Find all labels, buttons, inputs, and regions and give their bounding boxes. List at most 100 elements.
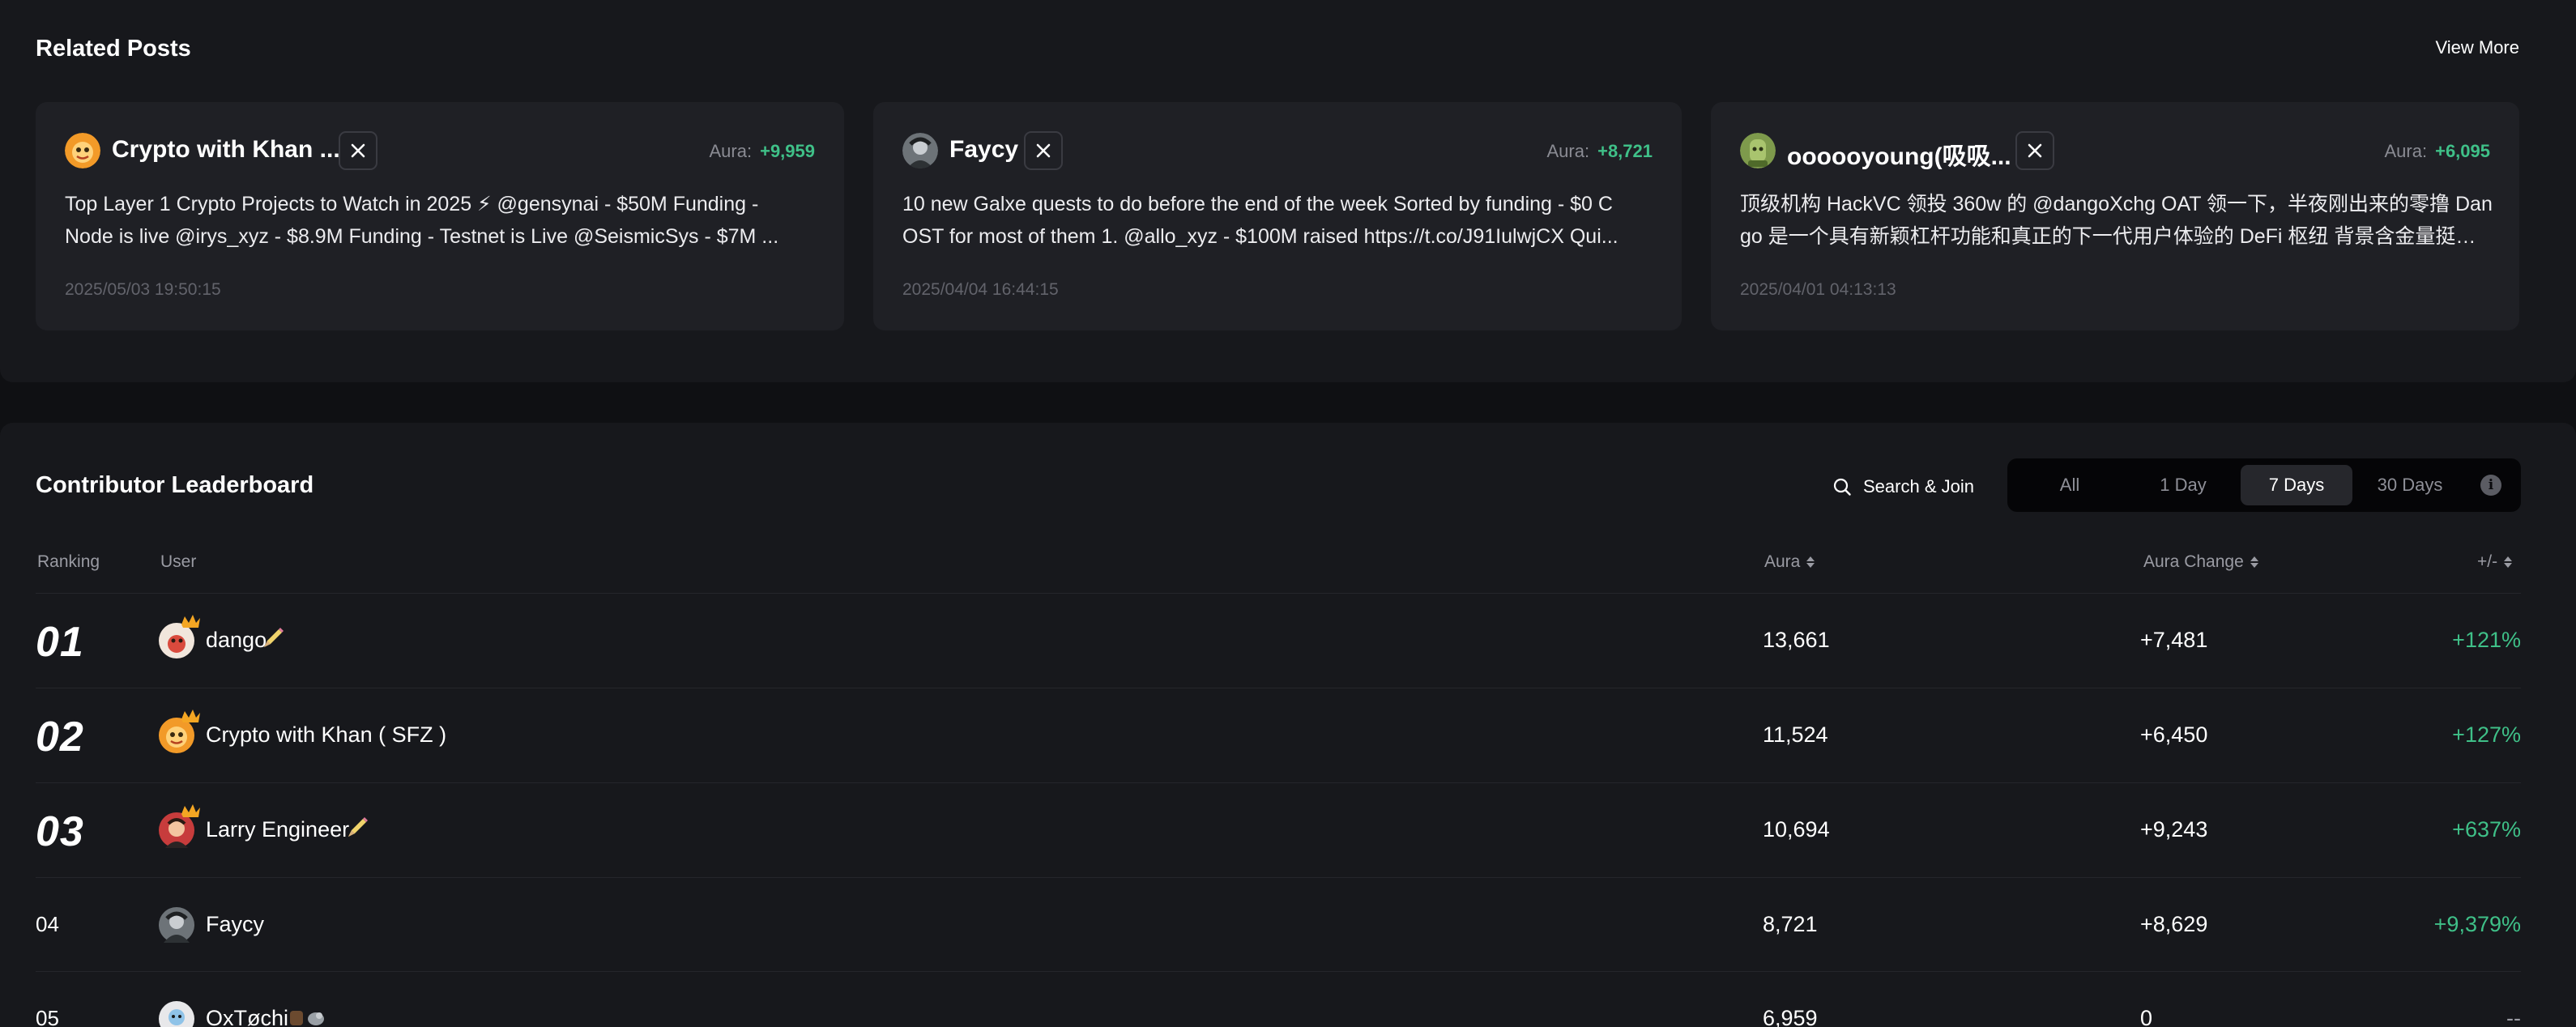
table-row[interactable]: 05 OxTøchi 6,959 0 -- [0, 972, 2576, 1027]
sort-icon[interactable] [1806, 556, 1815, 568]
search-join-button[interactable]: Search & Join [1832, 472, 1974, 501]
crown-icon [181, 804, 200, 817]
post-date: 2025/05/03 19:50:15 [65, 280, 221, 299]
column-header-aura[interactable]: Aura [1764, 552, 1815, 572]
pct-change-value: -- [2506, 1006, 2521, 1027]
x-logo-icon[interactable] [339, 131, 377, 170]
post-text-line: Node is live @irys_xyz - $8.9M Funding -… [65, 225, 779, 248]
x-logo-icon[interactable] [2015, 131, 2054, 170]
view-more-link[interactable]: View More [2435, 37, 2519, 58]
column-header-pct[interactable]: +/- [2477, 552, 2513, 572]
rank-number: 05 [36, 1006, 59, 1027]
post-text: Top Layer 1 Crypto Projects to Watch in … [65, 188, 818, 253]
animal-emoji-icon [290, 1011, 324, 1025]
aura-score: Aura: +6,095 [2385, 141, 2491, 162]
post-card[interactable]: Faycy Aura: +8,721 10 new Galxe quests to… [873, 102, 1682, 330]
aura-value: +8,721 [1597, 141, 1653, 161]
aura-score: Aura: +8,721 [1547, 141, 1653, 162]
aura-label: Aura: [709, 141, 753, 161]
author-avatar [1740, 133, 1776, 168]
aura-value: 8,721 [1763, 912, 1818, 936]
post-text-line: go 是一个具有新颖杠杆功能和真正的下一代用户体验的 DeFi 枢纽 背景含金量… [1740, 225, 2493, 248]
aura-change-value: +8,629 [2140, 912, 2208, 936]
crown-icon [181, 710, 200, 722]
period-7-days[interactable]: 7 Days [2241, 465, 2352, 505]
column-header-label: Aura Change [2143, 552, 2244, 571]
rank-number: 03 [36, 808, 84, 855]
aura-change-value: +7,481 [2140, 628, 2208, 652]
user-avatar [159, 907, 194, 943]
post-text-line: 10 new Galxe quests to do before the end… [902, 193, 1613, 215]
column-header-aura-change[interactable]: Aura Change [2143, 552, 2258, 572]
aura-value: 10,694 [1763, 817, 1830, 842]
pct-change-value: +637% [2452, 817, 2521, 842]
post-text: 顶级机构 HackVC 领投 360w 的 @dangoXchg OAT 领一下… [1740, 188, 2493, 253]
pct-change-value: +9,379% [2433, 912, 2521, 936]
aura-value: 6,959 [1763, 1006, 1818, 1027]
column-header-ranking: Ranking [37, 552, 100, 572]
column-header-label: User [160, 552, 197, 571]
aura-change-value: +9,243 [2140, 817, 2208, 842]
author-avatar [65, 133, 100, 168]
aura-change-value: +6,450 [2140, 722, 2208, 747]
author-name[interactable]: oooooyoung(吸吸... [1787, 136, 2011, 172]
period-selector: All 1 Day 7 Days 30 Days i [2007, 458, 2521, 512]
aura-value: 11,524 [1763, 722, 1828, 747]
user-avatar [159, 1001, 194, 1027]
period-30-days[interactable]: 30 Days [2354, 465, 2466, 505]
pct-change-value: +127% [2452, 722, 2521, 747]
column-header-label: +/- [2477, 552, 2498, 571]
author-name[interactable]: Crypto with Khan ... [112, 136, 340, 164]
table-row[interactable]: 03 Larry Engineer 10,694 +9,243 +637% [0, 783, 2576, 877]
period-all[interactable]: All [2014, 465, 2126, 505]
user-name[interactable]: Faycy [206, 912, 264, 937]
post-date: 2025/04/01 04:13:13 [1740, 280, 1896, 299]
column-header-label: Ranking [37, 552, 100, 571]
post-card[interactable]: oooooyoung(吸吸... Aura: +6,095 顶级机构 HackVC… [1711, 102, 2519, 330]
column-header-user: User [160, 552, 196, 572]
column-header-label: Aura [1764, 552, 1801, 571]
pencil-icon [348, 817, 368, 837]
user-name[interactable]: Crypto with Khan ( SFZ ) [206, 722, 446, 748]
table-row[interactable]: 01 dango 13,661 +7,481 +121% [0, 594, 2576, 688]
post-text-line: 顶级机构 HackVC 领投 360w 的 @dangoXchg OAT 领一下… [1740, 193, 2493, 215]
user-avatar [159, 710, 200, 753]
pencil-icon [264, 628, 284, 647]
table-row[interactable]: 04 Faycy 8,721 +8,629 +9,379% [0, 878, 2576, 972]
aura-score: Aura: +9,959 [710, 141, 816, 162]
post-date: 2025/04/04 16:44:15 [902, 280, 1059, 299]
rank-number: 02 [36, 714, 84, 761]
post-text: 10 new Galxe quests to do before the end… [902, 188, 1656, 253]
period-1-day[interactable]: 1 Day [2127, 465, 2239, 505]
post-text-line: Top Layer 1 Crypto Projects to Watch in … [65, 193, 759, 215]
post-card[interactable]: Crypto with Khan ... Aura: +9,959 Top Lay… [36, 102, 844, 330]
user-name[interactable]: dango [206, 628, 267, 653]
aura-value: +9,959 [760, 141, 815, 161]
leaderboard-title: Contributor Leaderboard [36, 472, 314, 498]
info-icon[interactable]: i [2480, 475, 2501, 496]
table-row[interactable]: 02 Crypto with Khan ( SFZ ) 11,524 +6,45… [0, 688, 2576, 782]
post-text-line: OST for most of them 1. @allo_xyz - $100… [902, 225, 1619, 248]
aura-label: Aura: [2384, 141, 2428, 161]
aura-value: +6,095 [2435, 141, 2490, 161]
user-avatar [159, 804, 200, 848]
author-avatar [902, 133, 938, 168]
user-name[interactable]: Larry Engineer [206, 817, 349, 842]
aura-label: Aura: [1546, 141, 1590, 161]
pct-change-value: +121% [2452, 628, 2521, 652]
user-avatar [159, 615, 200, 658]
related-posts-title: Related Posts [36, 36, 191, 62]
aura-change-value: 0 [2140, 1006, 2153, 1027]
user-name[interactable]: OxTøchi [206, 1006, 288, 1027]
related-posts-panel: Related Posts View More Crypto with Khan… [0, 0, 2576, 382]
sort-icon[interactable] [2504, 556, 2513, 568]
rank-number: 04 [36, 912, 59, 936]
crown-icon [181, 615, 200, 628]
rank-number: 01 [36, 619, 84, 666]
author-name[interactable]: Faycy [949, 136, 1018, 164]
search-join-label: Search & Join [1863, 476, 1974, 496]
x-logo-icon[interactable] [1024, 131, 1063, 170]
aura-value: 13,661 [1763, 628, 1830, 652]
sort-icon[interactable] [2250, 556, 2258, 568]
search-icon [1833, 478, 1851, 496]
